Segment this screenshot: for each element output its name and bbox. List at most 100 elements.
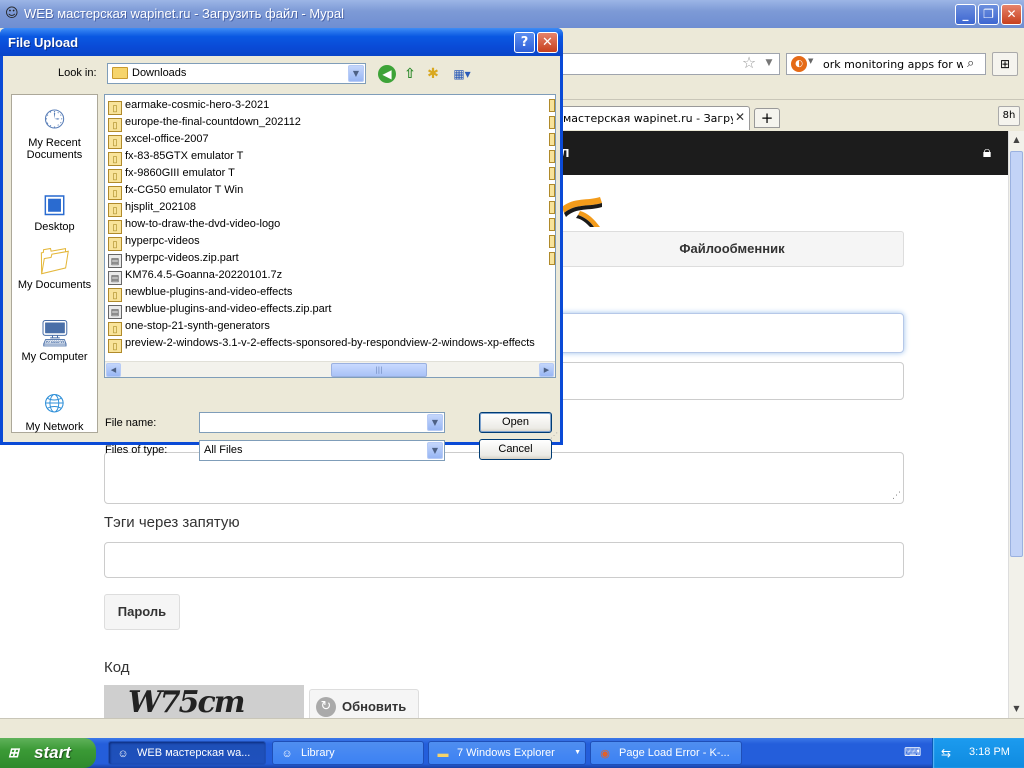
file-list-item[interactable]: ▯ fx-CG50 emulator T Win (108, 182, 243, 200)
folder-icon[interactable] (549, 167, 555, 180)
toolbar-counter-button[interactable]: 8h (998, 106, 1020, 126)
file-list-horizontal-scrollbar[interactable]: ◀ ||| ▶ (105, 361, 555, 377)
back-arrow-icon[interactable]: ◀ (378, 65, 396, 83)
tab-wapinet[interactable]: мастерская wapinet.ru - Загрузит... ✕ (548, 106, 750, 130)
file-list[interactable]: ▯ earmake-cosmic-hero-3-2021 ▯ europe-the-f… (104, 94, 556, 378)
url-dropdown-arrow-icon[interactable]: ▼ (762, 54, 776, 72)
system-tray: ⇆ 3:18 PM (932, 738, 1024, 768)
file-list-item[interactable]: ▯ newblue-plugins-and-video-effects (108, 284, 292, 302)
bookmark-star-icon[interactable]: ☆ (740, 54, 758, 72)
dialog-title-bar[interactable]: File Upload ? ✕ (0, 28, 563, 56)
folder-icon[interactable] (549, 218, 555, 231)
taskbar-item-page-load-error[interactable]: ◉ Page Load Error - K-... (590, 741, 742, 765)
folder-icon[interactable] (549, 184, 555, 197)
file-list-item[interactable]: ▯ europe-the-final-countdown_202112 (108, 114, 301, 132)
dialog-close-button[interactable]: ✕ (537, 32, 558, 53)
url-input[interactable] (540, 362, 904, 400)
place-desktop[interactable]: ▣ Desktop (12, 187, 97, 233)
file-name-input[interactable]: ▼ (199, 412, 445, 433)
file-list-item[interactable]: ▯ excel-office-2007 (108, 131, 209, 149)
title-input[interactable] (540, 313, 904, 353)
restore-button[interactable]: ❐ (978, 4, 999, 25)
cancel-button[interactable]: Cancel (479, 439, 552, 460)
file-list-item[interactable]: ▯ preview-2-windows-3.1-v-2-effects-spons… (108, 335, 535, 353)
file-list-item[interactable]: ▯ fx-83-85GTX emulator T (108, 148, 244, 166)
look-in-dropdown[interactable]: Downloads ▼ (107, 63, 366, 84)
keyboard-language-icon[interactable]: ⌨ (904, 745, 921, 759)
close-button[interactable]: ✕ (1001, 4, 1022, 25)
chevron-down-icon[interactable]: ▼ (348, 65, 364, 82)
file-list-item[interactable]: ▯ hyperpc-videos (108, 233, 200, 251)
file-list-item[interactable]: ▯ fx-9860GIII emulator T (108, 165, 235, 183)
chevron-down-icon[interactable]: ▼ (427, 442, 443, 459)
lock-icon[interactable]: 🔒︎ (976, 141, 998, 163)
clock[interactable]: 3:18 PM (969, 746, 1010, 758)
folder-icon: ▬ (437, 748, 449, 760)
file-list-item[interactable]: ▯ earmake-cosmic-hero-3-2021 (108, 97, 269, 115)
new-folder-icon[interactable]: ✱ (424, 65, 442, 83)
place-my-network[interactable]: 🌐︎ My Network (12, 387, 97, 433)
place-my-documents[interactable]: 📁︎ My Documents (12, 245, 97, 291)
folder-icon[interactable] (549, 201, 555, 214)
place-my-recent-documents[interactable]: 🕒︎ My Recent Documents (12, 103, 97, 161)
up-folder-icon[interactable]: ⇧ (401, 65, 419, 83)
file-list-item[interactable]: ▤ KM76.4.5-Goanna-20220101.7z (108, 267, 282, 285)
folder-icon[interactable] (549, 116, 555, 129)
scroll-down-arrow-icon[interactable]: ▼ (1010, 701, 1023, 717)
browser-title-bar[interactable]: ☺ WEB мастерская wapinet.ru - Загрузить … (0, 0, 1024, 28)
look-in-value: Downloads (132, 67, 187, 79)
tags-input[interactable] (104, 542, 904, 578)
search-engine-dropdown-icon[interactable]: ▼ (808, 57, 813, 65)
file-list-item[interactable]: ▯ one-stop-21-synth-generators (108, 318, 270, 336)
file-exchanger-menu-button[interactable]: Файлообменник (560, 231, 904, 267)
search-engine-icon[interactable]: ◐ (791, 56, 807, 72)
file-list-item[interactable]: ▤ newblue-plugins-and-video-effects.zip.p… (108, 301, 332, 319)
taskbar-item-label: Library (301, 747, 335, 759)
folder-icon[interactable] (549, 252, 555, 265)
file-list-item[interactable]: ▯ hjsplit_202108 (108, 199, 196, 217)
folder-icon[interactable] (549, 133, 555, 146)
tab-close-icon[interactable]: ✕ (735, 110, 745, 124)
scroll-right-arrow-icon[interactable]: ▶ (539, 363, 554, 377)
file-name: fx-83-85GTX emulator T (125, 150, 244, 162)
search-magnifier-icon[interactable]: ⌕ (967, 56, 974, 71)
place-label: My Network (25, 421, 84, 433)
folder-icon[interactable] (549, 99, 555, 112)
place-my-computer[interactable]: 🖥︎ My Computer (12, 317, 97, 363)
files-of-type-dropdown[interactable]: All Files ▼ (199, 440, 445, 461)
file-icon: ▤ (108, 305, 122, 319)
start-button[interactable]: ⊞ start (0, 738, 96, 768)
file-list-item[interactable]: ▤ hyperpc-videos.zip.part (108, 250, 239, 268)
network-status-icon[interactable]: ⇆ (941, 745, 957, 761)
file-list-item[interactable]: ▯ how-to-draw-the-dvd-video-logo (108, 216, 280, 234)
taskbar-item-library[interactable]: ☺ Library (272, 741, 424, 765)
new-tab-button[interactable]: + (754, 108, 780, 128)
minimize-button[interactable]: _ (955, 4, 976, 25)
taskbar-item-windows-explorer[interactable]: ▬ 7 Windows Explorer ▼ (428, 741, 586, 765)
search-bar[interactable]: ◐ ▼ ork monitoring apps for win x ⌕ (786, 53, 986, 75)
resize-grip-icon[interactable]: ⋰ (892, 491, 901, 501)
scroll-left-arrow-icon[interactable]: ◀ (106, 363, 121, 377)
scrollbar-thumb[interactable]: ||| (331, 363, 427, 377)
search-input[interactable]: ork monitoring apps for win x (823, 58, 963, 71)
file-name: hyperpc-videos.zip.part (125, 252, 239, 264)
open-button[interactable]: Open (479, 412, 552, 433)
password-button[interactable]: Пароль (104, 594, 180, 630)
taskbar-item-browser[interactable]: ☺ WEB мастерская wa... (108, 741, 266, 765)
scrollbar-thumb[interactable] (1010, 151, 1023, 557)
tags-label: Тэги через запятую (104, 514, 240, 531)
resize-grip-icon[interactable]: ⋰ (550, 431, 558, 440)
page-vertical-scrollbar[interactable]: ▲ ▼ (1008, 131, 1024, 718)
refresh-captcha-button[interactable]: ↻ Обновить (309, 689, 419, 718)
views-menu-icon[interactable]: ▦▾ (449, 65, 475, 83)
file-name: newblue-plugins-and-video-effects.zip.pa… (125, 303, 332, 315)
folder-icon[interactable] (549, 150, 555, 163)
toolbar-extension-button[interactable]: ⊞ (992, 52, 1018, 76)
group-dropdown-arrow-icon[interactable]: ▼ (574, 742, 581, 764)
place-label: Desktop (34, 221, 75, 233)
folder-icon[interactable] (549, 235, 555, 248)
scroll-up-arrow-icon[interactable]: ▲ (1010, 132, 1023, 148)
help-button[interactable]: ? (514, 32, 535, 53)
folder-icon (112, 67, 128, 79)
chevron-down-icon[interactable]: ▼ (427, 414, 443, 431)
